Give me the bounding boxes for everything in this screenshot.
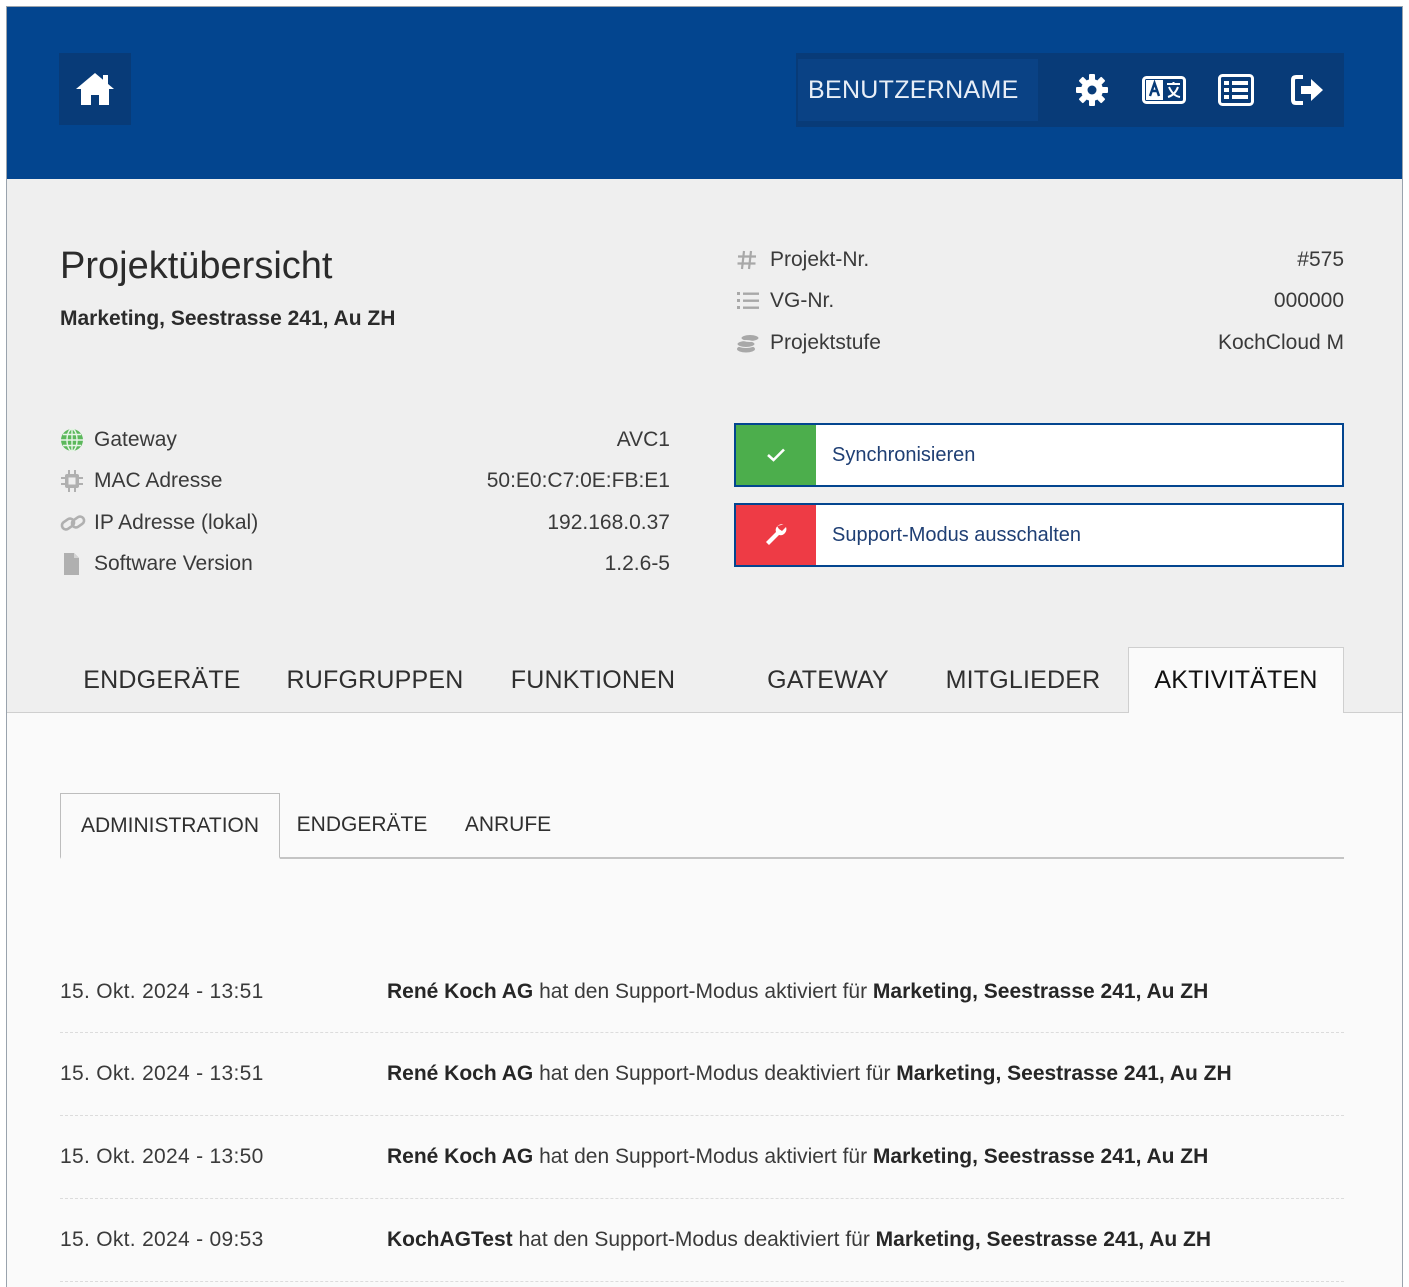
hash-icon — [736, 249, 764, 271]
log-entry: 15. Okt. 2024 - 13:50 René Koch AG hat d… — [60, 1116, 1344, 1199]
sub-tab-bar: ADMINISTRATION ENDGERÄTE ANRUFE — [60, 793, 1344, 859]
vg-number-label: VG-Nr. — [770, 289, 835, 313]
ip-address-value: 192.168.0.37 — [547, 510, 670, 534]
settings-button[interactable] — [1056, 59, 1128, 121]
link-icon — [60, 512, 88, 534]
gateway-info-list: Gateway AVC1 MAC Adresse 50:E0:C7:0E:FB:… — [60, 419, 670, 585]
coins-icon — [736, 332, 764, 354]
tab-mitglieder[interactable]: MITGLIEDER — [932, 647, 1114, 713]
log-actor: René Koch AG — [387, 979, 534, 1003]
log-actor: KochAGTest — [387, 1228, 513, 1251]
wrench-icon — [766, 524, 787, 545]
support-icon-box — [736, 505, 816, 565]
support-mode-off-label: Support-Modus ausschalten — [832, 523, 1082, 546]
log-action: hat den Support-Modus deaktiviert für — [512, 1228, 876, 1251]
log-target: Marketing, Seestrasse 241, Au ZH — [896, 1062, 1232, 1085]
logout-button[interactable] — [1272, 59, 1344, 121]
log-date: 15. Okt. 2024 - 13:51 — [60, 1062, 264, 1085]
project-stage-value: KochCloud M — [1217, 330, 1344, 354]
log-actor: René Koch AG — [387, 1062, 534, 1085]
software-version-value: 1.2.6-5 — [604, 552, 670, 576]
log-date: 15. Okt. 2024 - 13:50 — [60, 1145, 264, 1168]
checkmark-icon — [767, 448, 785, 462]
header-icon-bar — [1056, 59, 1344, 121]
file-icon — [60, 552, 88, 576]
home-button[interactable] — [59, 53, 131, 125]
project-number-row: Projekt-Nr. #575 — [736, 239, 1344, 281]
gateway-row: Gateway AVC1 — [60, 419, 670, 461]
support-mode-off-button[interactable]: Support-Modus ausschalten — [734, 503, 1344, 567]
translate-icon — [1142, 76, 1186, 104]
log-target: Marketing, Seestrasse 241, Au ZH — [875, 1228, 1212, 1251]
tab-aktivitaeten[interactable]: AKTIVITÄTEN — [1128, 647, 1344, 714]
project-number-value: #575 — [1297, 247, 1344, 271]
log-date: 15. Okt. 2024 - 13:51 — [60, 979, 264, 1003]
activities-panel: ADMINISTRATION ENDGERÄTE ANRUFE 15. Okt.… — [7, 713, 1402, 1287]
log-message: René Koch AG hat den Support-Modus deakt… — [387, 1062, 1232, 1086]
list-button[interactable] — [1200, 59, 1272, 121]
log-entry: 15. Okt. 2024 - 13:51 René Koch AG hat d… — [60, 951, 1344, 1033]
vg-number-row: VG-Nr. 000000 — [736, 281, 1344, 323]
ip-address-row: IP Adresse (lokal) 192.168.0.37 — [60, 502, 670, 544]
project-info-list: Projekt-Nr. #575 VG-Nr. 000000 Projektst… — [736, 239, 1344, 364]
gateway-value: AVC1 — [616, 427, 670, 451]
logout-icon — [1291, 75, 1323, 105]
tab-funktionen[interactable]: FUNKTIONEN — [487, 647, 699, 713]
gear-icon — [1076, 74, 1108, 106]
list-icon — [1218, 74, 1254, 106]
software-version-row: Software Version 1.2.6-5 — [60, 544, 670, 586]
project-subtitle: Marketing, Seestrasse 241, Au ZH — [60, 307, 396, 330]
main-tab-bar: ENDGERÄTE RUFGRUPPEN FUNKTIONEN GATEWAY … — [7, 647, 1402, 714]
app-window: BENUTZERNAME Projektübersicht Marketing,… — [6, 6, 1403, 1287]
username-label[interactable]: BENUTZERNAME — [798, 59, 1038, 121]
ip-address-label: IP Adresse (lokal) — [94, 510, 259, 534]
synchronize-label: Synchronisieren — [832, 443, 976, 466]
project-number-label: Projekt-Nr. — [770, 247, 870, 271]
log-message: René Koch AG hat den Support-Modus aktiv… — [387, 980, 1208, 1004]
page-title: Projektübersicht — [60, 245, 333, 287]
globe-icon — [60, 428, 88, 452]
tab-gateway[interactable]: GATEWAY — [740, 647, 916, 713]
subtab-endgeraete[interactable]: ENDGERÄTE — [288, 793, 436, 857]
subtab-administration[interactable]: ADMINISTRATION — [60, 793, 280, 859]
gateway-label: Gateway — [94, 427, 177, 451]
sync-icon-box — [736, 425, 816, 485]
log-target: Marketing, Seestrasse 241, Au ZH — [872, 1145, 1209, 1168]
language-button[interactable] — [1128, 59, 1200, 121]
chip-icon — [60, 469, 88, 493]
log-action: hat den Support-Modus deaktiviert für — [533, 1062, 897, 1085]
log-actor: René Koch AG — [387, 1145, 534, 1168]
log-target: Marketing, Seestrasse 241, Au ZH — [872, 979, 1209, 1003]
log-action: hat den Support-Modus aktiviert für — [533, 979, 873, 1003]
project-stage-label: Projektstufe — [770, 330, 881, 354]
subtab-anrufe[interactable]: ANRUFE — [452, 793, 564, 857]
activity-log: 15. Okt. 2024 - 13:51 René Koch AG hat d… — [60, 951, 1344, 1282]
top-bar: BENUTZERNAME — [7, 7, 1402, 179]
software-version-label: Software Version — [94, 552, 253, 576]
log-entry: 15. Okt. 2024 - 09:53 KochAGTest hat den… — [60, 1199, 1344, 1282]
mac-address-row: MAC Adresse 50:E0:C7:0E:FB:E1 — [60, 461, 670, 503]
project-stage-row: Projektstufe KochCloud M — [736, 322, 1344, 364]
vg-number-value: 000000 — [1273, 289, 1344, 313]
mac-address-value: 50:E0:C7:0E:FB:E1 — [486, 469, 670, 493]
log-message: KochAGTest hat den Support-Modus deaktiv… — [387, 1228, 1211, 1252]
mac-address-label: MAC Adresse — [94, 469, 223, 493]
log-action: hat den Support-Modus aktiviert für — [533, 1145, 873, 1168]
user-menu: BENUTZERNAME — [796, 53, 1344, 127]
tab-rufgruppen[interactable]: RUFGRUPPEN — [275, 647, 475, 713]
synchronize-button[interactable]: Synchronisieren — [734, 423, 1344, 487]
tab-endgeraete[interactable]: ENDGERÄTE — [60, 647, 264, 713]
home-icon — [76, 73, 114, 105]
numbered-list-icon — [736, 290, 764, 312]
log-date: 15. Okt. 2024 - 09:53 — [60, 1228, 264, 1251]
log-message: René Koch AG hat den Support-Modus aktiv… — [387, 1145, 1208, 1169]
log-entry: 15. Okt. 2024 - 13:51 René Koch AG hat d… — [60, 1033, 1344, 1116]
